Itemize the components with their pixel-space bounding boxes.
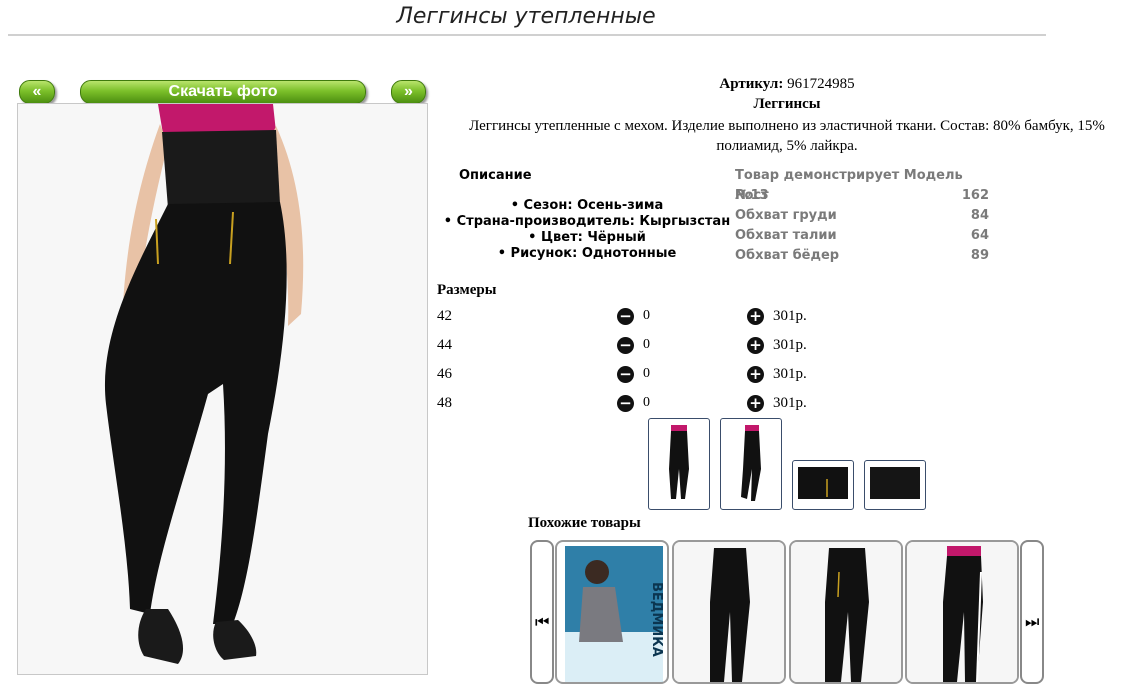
size-price: 301р. [773,395,807,411]
size-quantity: 0 [643,366,650,381]
plus-circle-icon[interactable]: + [747,337,764,354]
thumbnail-image [669,425,689,499]
artikul-line: Артикул: 961724985 [437,76,1132,93]
product-description: Леггинсы утепленные с мехом. Изделие вып… [437,116,1132,156]
plus-circle-icon[interactable]: + [747,395,764,412]
skip-back-icon: ⏮ [535,614,550,631]
minus-circle-icon[interactable]: − [617,395,634,412]
page-title: Леггинсы утепленные [396,4,656,29]
model-label: Рост [735,188,769,203]
size-label: 48 [437,395,452,411]
similar-product-image [907,542,1017,682]
model-row: Обхват талии 64 [735,226,989,246]
minus-circle-icon[interactable]: − [617,366,634,383]
photo-thumbnail[interactable] [792,460,854,510]
skip-forward-icon: ⏭ [1025,614,1040,631]
photo-thumbnail[interactable] [648,418,710,510]
size-price: 301р. [773,308,807,324]
photo-thumbnail[interactable] [720,418,782,510]
size-label: 42 [437,308,452,324]
plus-circle-icon[interactable]: + [747,308,764,325]
similar-product-card[interactable] [789,540,903,684]
model-heading: Товар демонстрирует Модель №13 [735,166,989,203]
thumbnail-image [798,467,848,499]
title-divider [8,34,1046,36]
model-label: Обхват талии [735,228,837,243]
size-row: 44 − 0 + 301р. [437,335,837,359]
model-measurements: Товар демонстрирует Модель №13 Рост 162 О… [735,166,989,266]
size-row: 42 − 0 + 301р. [437,306,837,330]
description-line-2: полиамид, 5% лайкра. [716,138,858,154]
model-heading-text: Товар демонстрирует Модель №13 [735,168,963,203]
similar-product-card[interactable] [905,540,1019,684]
details-item: • Цвет: Чёрный [528,230,646,245]
size-row: 48 − 0 + 301р. [437,393,837,417]
size-row: 46 − 0 + 301р. [437,364,837,388]
similar-product-image [674,542,784,682]
details-item: • Рисунок: Однотонные [497,246,677,261]
card-brand-text: ВЕДМИКА [649,582,664,657]
model-row: Обхват бёдер 89 [735,246,989,266]
model-label: Обхват груди [735,208,837,223]
model-value: 64 [970,228,989,243]
details-list: • Сезон: Осень-зима • Страна-производите… [437,198,737,262]
similar-product-image [791,542,901,682]
minus-circle-icon[interactable]: − [617,337,634,354]
size-quantity: 0 [643,308,650,323]
size-label: 44 [437,337,452,353]
carousel-prev-button[interactable]: ⏮ [530,540,554,684]
thumbnail-image [870,467,920,499]
details-heading: Описание [459,168,532,183]
photo-thumbnail[interactable] [864,460,926,510]
leggings-model-image [18,104,427,674]
next-photo-button[interactable]: » [391,80,426,104]
sizes-heading: Размеры [437,282,497,298]
model-value: 89 [970,248,989,263]
download-photo-button[interactable]: Скачать фото [80,80,366,104]
size-label: 46 [437,366,452,382]
artikul-label: Артикул: [719,76,784,92]
size-quantity: 0 [643,395,650,410]
similar-product-card[interactable]: ВЕДМИКА [555,540,669,684]
artikul-value: 961724985 [787,76,855,92]
main-product-photo[interactable] [17,103,428,675]
model-label: Обхват бёдер [735,248,840,263]
model-row: Обхват груди 84 [735,206,989,226]
similar-product-image: ВЕДМИКА [565,546,664,682]
similar-products-heading: Похожие товары [528,515,641,531]
model-value: 162 [961,188,989,203]
previous-photo-button[interactable]: « [19,80,55,104]
carousel-next-button[interactable]: ⏭ [1020,540,1044,684]
similar-product-card[interactable] [672,540,786,684]
thumbnail-image [741,425,761,501]
plus-circle-icon[interactable]: + [747,366,764,383]
size-quantity: 0 [643,337,650,352]
minus-circle-icon[interactable]: − [617,308,634,325]
size-price: 301р. [773,337,807,353]
model-row: Рост 162 [735,186,989,206]
size-price: 301р. [773,366,807,382]
model-value: 84 [970,208,989,223]
product-category: Леггинсы [753,96,821,112]
description-line-1: Леггинсы утепленные с мехом. Изделие вып… [469,118,1105,134]
details-item: • Сезон: Осень-зима [510,198,664,213]
details-item: • Страна-производитель: Кыргызстан [443,214,731,229]
